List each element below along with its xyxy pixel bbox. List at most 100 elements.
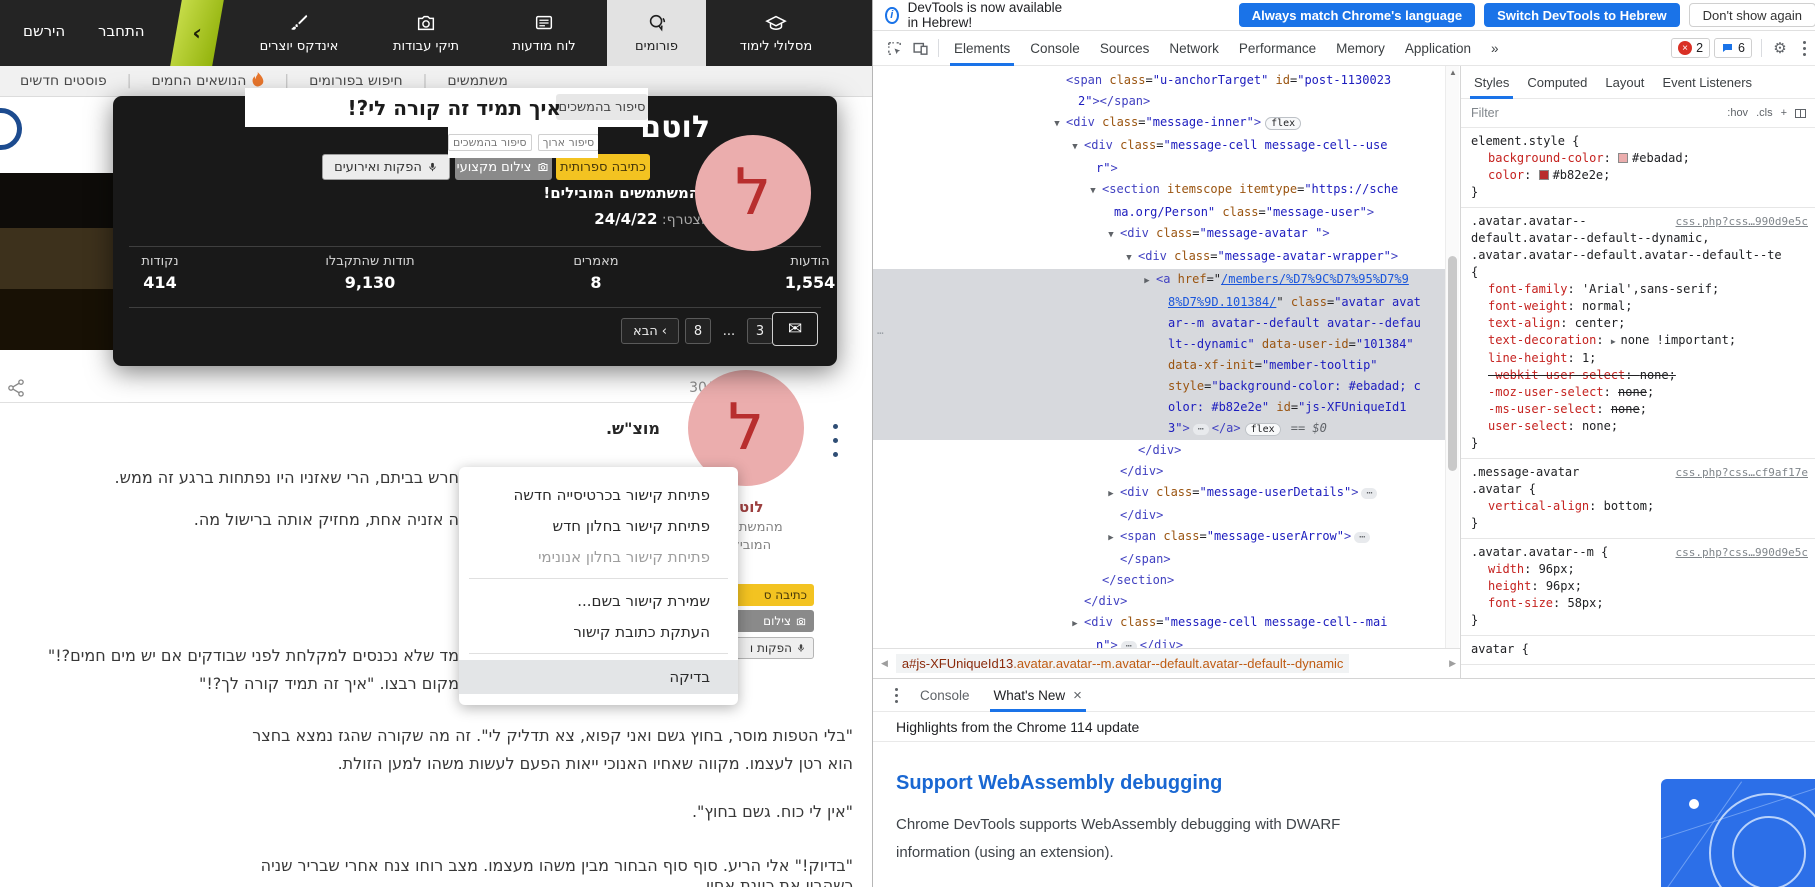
css-property[interactable]: -webkit-user-select: none; [1471, 367, 1806, 384]
stat-articles[interactable]: מאמרים 8 [531, 254, 661, 292]
nav-tab-creators-index[interactable]: אינדקס יוצרים [249, 0, 349, 66]
dom-tree-row[interactable]: </div> [873, 591, 1445, 612]
dom-tree-row[interactable]: ▼ <div class="message-inner"> flex [873, 112, 1445, 135]
breadcrumb-right-arrow[interactable]: ▶ [1449, 658, 1456, 669]
css-property[interactable]: text-align: center; [1471, 315, 1806, 332]
post-menu-dots[interactable] [833, 424, 838, 457]
stylesheet-link[interactable]: css.php?css…cf9af17e [1676, 464, 1808, 481]
expand-arrow-closed[interactable]: ▶ [1104, 484, 1118, 505]
css-property[interactable]: line-height: 1; [1471, 350, 1806, 367]
dom-tree-row[interactable]: ▶ <div class="message-userDetails"> ⋯ [873, 482, 1445, 505]
nav-tab-learning-paths[interactable]: מסלולי לימוד [712, 0, 840, 66]
css-rule[interactable]: css.php?css…990d9e5c .avatar.avatar-- defa… [1461, 208, 1815, 459]
css-rule[interactable]: css.php?css…990d9e5c .avatar.avatar--m {w… [1461, 539, 1815, 636]
menu-open-link-new-window[interactable]: פתיחת קישור בחלון חדש [459, 510, 738, 541]
dom-tree-row[interactable]: 2"></span> [873, 91, 1445, 112]
error-count-badge[interactable]: × 2 [1671, 38, 1711, 58]
elements-tree[interactable]: <span class="u-anchorTarget" id="post-11… [873, 66, 1445, 648]
nav-tab-portfolios[interactable]: תיקי עבודות [376, 0, 476, 66]
dom-tree-row[interactable]: olor: #b82e2e" id="js-XFUniqueId1 [873, 397, 1445, 418]
css-property[interactable]: background-color: #ebadad; [1471, 150, 1806, 167]
expand-arrow-open[interactable]: ▼ [1050, 114, 1064, 135]
dont-show-again-button[interactable]: Don't show again [1688, 3, 1815, 27]
dom-tree-row[interactable]: 8%D7%9D.101384/" class="avatar avat [873, 292, 1445, 313]
scrollbar-thumb[interactable] [1448, 256, 1457, 471]
tooltip-avatar[interactable]: ל [695, 135, 811, 251]
elements-scrollbar[interactable]: ▲ [1445, 66, 1459, 648]
subnav-new-posts[interactable]: פוסטים חדשים [0, 73, 127, 89]
dom-tree-row[interactable]: </div> [873, 440, 1445, 461]
css-property[interactable]: width: 96px; [1471, 561, 1806, 578]
css-rule[interactable]: css.php?css…cf9af17e .message-avatar .avat… [1461, 459, 1815, 539]
dom-tree-row[interactable]: ▼ <section itemscope itemtype="https://sc… [873, 179, 1445, 202]
console-message-badge[interactable]: 6 [1714, 38, 1752, 58]
dom-tree-row[interactable]: ▶ <span class="message-userArrow"> ⋯ [873, 526, 1445, 549]
color-swatch[interactable] [1538, 170, 1549, 180]
stat-messages[interactable]: הודעות 1,554 [745, 254, 872, 292]
scroll-up-arrow[interactable]: ▲ [1446, 68, 1460, 77]
css-property[interactable]: font-family: 'Arial',sans-serif; [1471, 281, 1806, 298]
dom-tree-row[interactable]: lt--dynamic" data-user-id="101384" [873, 334, 1445, 355]
dom-tree-row[interactable]: style="background-color: #ebadad; c [873, 376, 1445, 397]
tab-application[interactable]: Application [1395, 31, 1481, 66]
dom-tree-row[interactable]: n"> ⋯ </div> [873, 635, 1445, 648]
login-link[interactable]: התחבר [98, 22, 145, 40]
css-property[interactable]: vertical-align: bottom; [1471, 498, 1806, 515]
dom-tree-row[interactable]: </section> [873, 570, 1445, 591]
css-property[interactable]: text-decoration: ▶ none !important; [1471, 332, 1806, 350]
node-actions-dots[interactable]: … [877, 324, 884, 337]
menu-inspect[interactable]: בדיקה [459, 660, 738, 694]
thread-title[interactable]: איך תמיד זה קורה לי?! [348, 96, 561, 120]
tooltip-username[interactable]: לוטם [640, 110, 710, 145]
thread-tag[interactable]: סיפור ארוך [537, 134, 598, 151]
expand-arrow-closed[interactable]: ▶ [1140, 271, 1154, 292]
dom-tree-row[interactable]: ▼ <div class="message-avatar-wrapper"> [873, 246, 1445, 269]
pager-page-3[interactable]: 3 [747, 318, 773, 344]
menu-save-link-as[interactable]: שמירת קישור בשם... [459, 585, 738, 616]
inspect-element-icon[interactable] [881, 35, 907, 61]
color-swatch[interactable] [1618, 153, 1629, 163]
dom-tree-row[interactable]: <span class="u-anchorTarget" id="post-11… [873, 70, 1445, 91]
menu-copy-link-address[interactable]: העתקת כתובת קישור [459, 616, 738, 647]
css-rules-list[interactable]: element.style {background-color: #ebadad… [1461, 128, 1815, 665]
styles-filter-input[interactable]: Filter [1471, 106, 1719, 120]
always-match-language-button[interactable]: Always match Chrome's language [1238, 3, 1476, 27]
tab-memory[interactable]: Memory [1326, 31, 1395, 66]
grid-panel-icon[interactable] [1795, 108, 1806, 118]
dom-tree-row[interactable]: </span> [873, 549, 1445, 570]
whats-new-article-title[interactable]: Support WebAssembly debugging [896, 772, 1222, 795]
dom-tree-row[interactable]: ar--m avatar--default avatar--defau [873, 313, 1445, 334]
device-toolbar-icon[interactable] [907, 35, 933, 61]
subnav-members[interactable]: משתמשים [427, 73, 527, 89]
thread-prefix-badge[interactable]: סיפור בהמשכים [556, 94, 648, 120]
start-conversation-button[interactable]: ✉ [772, 312, 818, 346]
breadcrumb[interactable]: a#js-XFUniqueId13.avatar.avatar--m.avata… [895, 654, 1350, 673]
dom-tree-row[interactable]: ▼ <div class="message-avatar "> [873, 223, 1445, 246]
stat-points[interactable]: נקודות 414 [95, 254, 225, 292]
drawer-tab-console[interactable]: Console [908, 678, 982, 712]
expand-arrow-open[interactable]: ▼ [1122, 248, 1136, 269]
close-icon[interactable]: × [1073, 687, 1082, 704]
pager-page-8[interactable]: 8 [685, 318, 711, 344]
menu-open-link-new-tab[interactable]: פתיחת קישור בכרטיסייה חדשה [459, 479, 738, 510]
tab-styles[interactable]: Styles [1465, 66, 1518, 99]
css-property[interactable]: font-size: 58px; [1471, 595, 1806, 612]
nav-tab-forums-active[interactable]: פורומים [607, 0, 706, 66]
drawer-kebab-menu[interactable] [885, 687, 908, 703]
dom-tree-row[interactable]: 3"> ⋯ </a> flex == $0 [873, 418, 1445, 440]
css-property[interactable]: user-select: none; [1471, 418, 1806, 435]
css-rule[interactable]: avatar { [1461, 636, 1815, 665]
tab-computed[interactable]: Computed [1518, 66, 1596, 99]
pager-next-button[interactable]: הבא ‹ [621, 318, 679, 344]
dom-tree-row[interactable]: r"> [873, 158, 1445, 179]
expand-arrow-open[interactable]: ▼ [1104, 225, 1118, 246]
drawer-tab-whats-new[interactable]: What's New × [982, 678, 1094, 712]
more-tabs-chevron[interactable]: » [1481, 31, 1509, 66]
subnav-search-forums[interactable]: חיפוש בפורומים [289, 73, 423, 89]
banner-events-button[interactable]: הפקות ואירועים [322, 154, 450, 180]
dom-tree-row[interactable]: </div> [873, 505, 1445, 526]
tab-performance[interactable]: Performance [1229, 31, 1326, 66]
stylesheet-link[interactable]: css.php?css…990d9e5c [1676, 213, 1808, 230]
register-link[interactable]: הירשם [23, 22, 65, 40]
css-rule[interactable]: element.style {background-color: #ebadad… [1461, 128, 1815, 208]
